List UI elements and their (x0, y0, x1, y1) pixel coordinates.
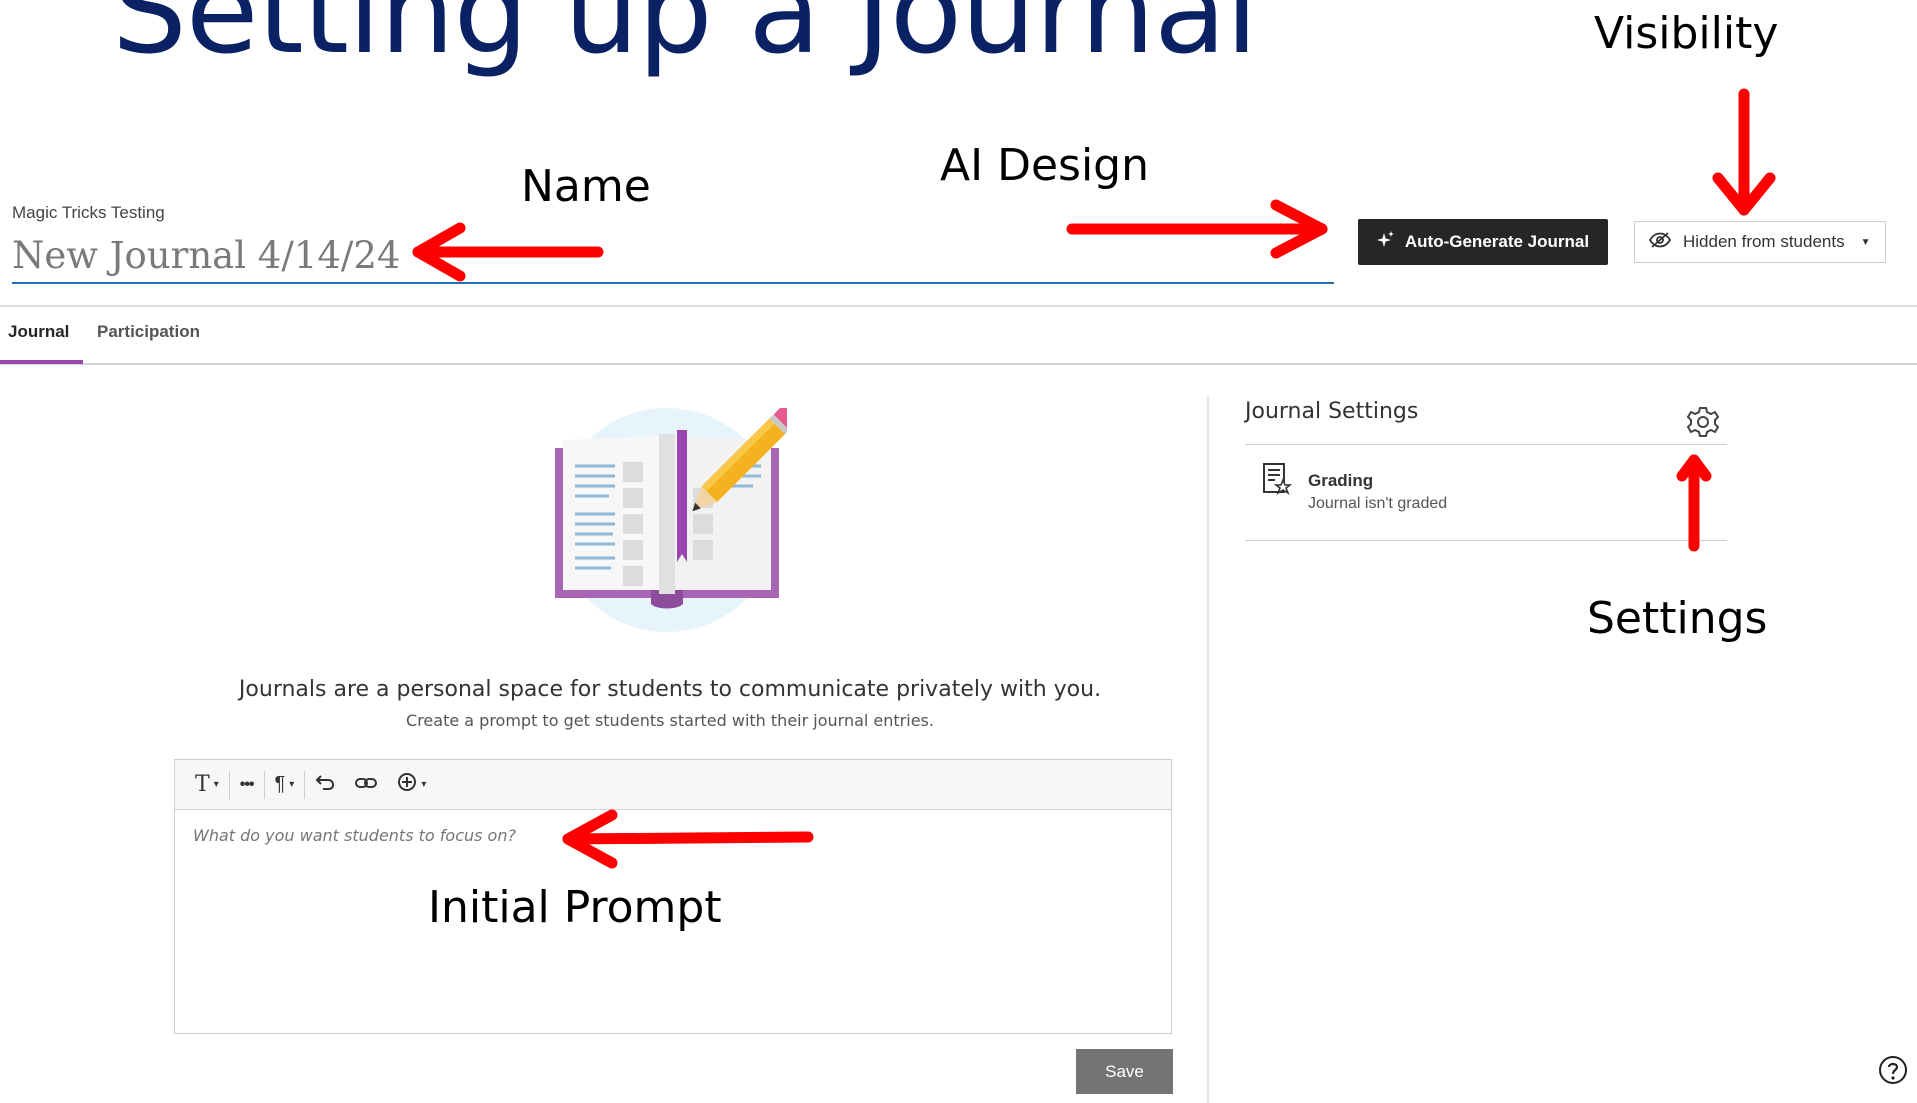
insert-icon (397, 772, 417, 798)
callout-initial-prompt: Initial Prompt (428, 882, 722, 933)
callout-name: Name (521, 161, 651, 212)
tabs-divider (0, 363, 1917, 365)
link-icon (355, 773, 378, 796)
grading-setting[interactable]: Grading Journal isn't graded (1262, 462, 1447, 513)
text-style-button[interactable]: T ▾ (185, 769, 229, 801)
grading-value: Journal isn't graded (1308, 495, 1448, 512)
empty-state-title: Journals are a personal space for studen… (238, 677, 1102, 702)
save-button[interactable]: Save (1076, 1049, 1173, 1094)
settings-divider (1245, 540, 1727, 541)
more-icon: ••• (239, 775, 255, 793)
tab-journal[interactable]: Journal (8, 322, 69, 342)
text-style-icon: T (195, 772, 210, 797)
undo-button[interactable] (305, 769, 345, 801)
tab-participation[interactable]: Participation (97, 322, 200, 342)
active-tab-indicator (0, 360, 83, 364)
gear-icon[interactable] (1686, 405, 1720, 439)
course-name: Magic Tricks Testing (12, 203, 165, 222)
sparkle-icon (1376, 230, 1395, 254)
grading-icon (1262, 462, 1293, 501)
callout-ai-design: AI Design (940, 140, 1149, 191)
slide-title: Setting up a Journal (112, 0, 1258, 80)
eye-slash-icon (1648, 231, 1672, 253)
grading-text: Grading Journal isn't graded (1308, 462, 1447, 513)
undo-icon (315, 773, 335, 797)
paragraph-icon: ¶ (274, 773, 286, 795)
arrow-visibility-head (1712, 172, 1776, 216)
empty-state-subtitle: Create a prompt to get students started … (406, 711, 934, 730)
open-book-pencil-icon (547, 406, 798, 636)
journal-name-input[interactable] (12, 228, 1334, 284)
arrow-settings-head (1676, 454, 1712, 482)
editor-toolbar: T ▾ ••• ¶ ▾ ▾ (175, 760, 1171, 810)
grading-label: Grading (1308, 471, 1374, 490)
chevron-down-icon: ▾ (289, 779, 295, 790)
settings-divider (1245, 444, 1727, 445)
visibility-label: Hidden from students (1683, 232, 1845, 251)
more-button[interactable]: ••• (230, 769, 264, 801)
header-divider (0, 305, 1917, 307)
callout-visibility: Visibility (1594, 8, 1779, 59)
chevron-down-icon: ▾ (213, 779, 219, 790)
visibility-dropdown[interactable]: Hidden from students ▼ (1634, 221, 1886, 263)
journal-settings-title: Journal Settings (1245, 399, 1419, 424)
callout-settings: Settings (1587, 593, 1768, 644)
paragraph-button[interactable]: ¶ ▾ (265, 769, 305, 801)
auto-generate-journal-button[interactable]: Auto-Generate Journal (1358, 219, 1608, 265)
chevron-down-icon: ▼ (1860, 236, 1871, 248)
column-divider (1207, 396, 1209, 1103)
insert-content-button[interactable]: ▾ (387, 769, 436, 801)
help-icon[interactable] (1878, 1055, 1908, 1085)
auto-generate-label: Auto-Generate Journal (1404, 232, 1590, 251)
link-button[interactable] (345, 769, 387, 801)
chevron-down-icon: ▾ (421, 779, 427, 790)
